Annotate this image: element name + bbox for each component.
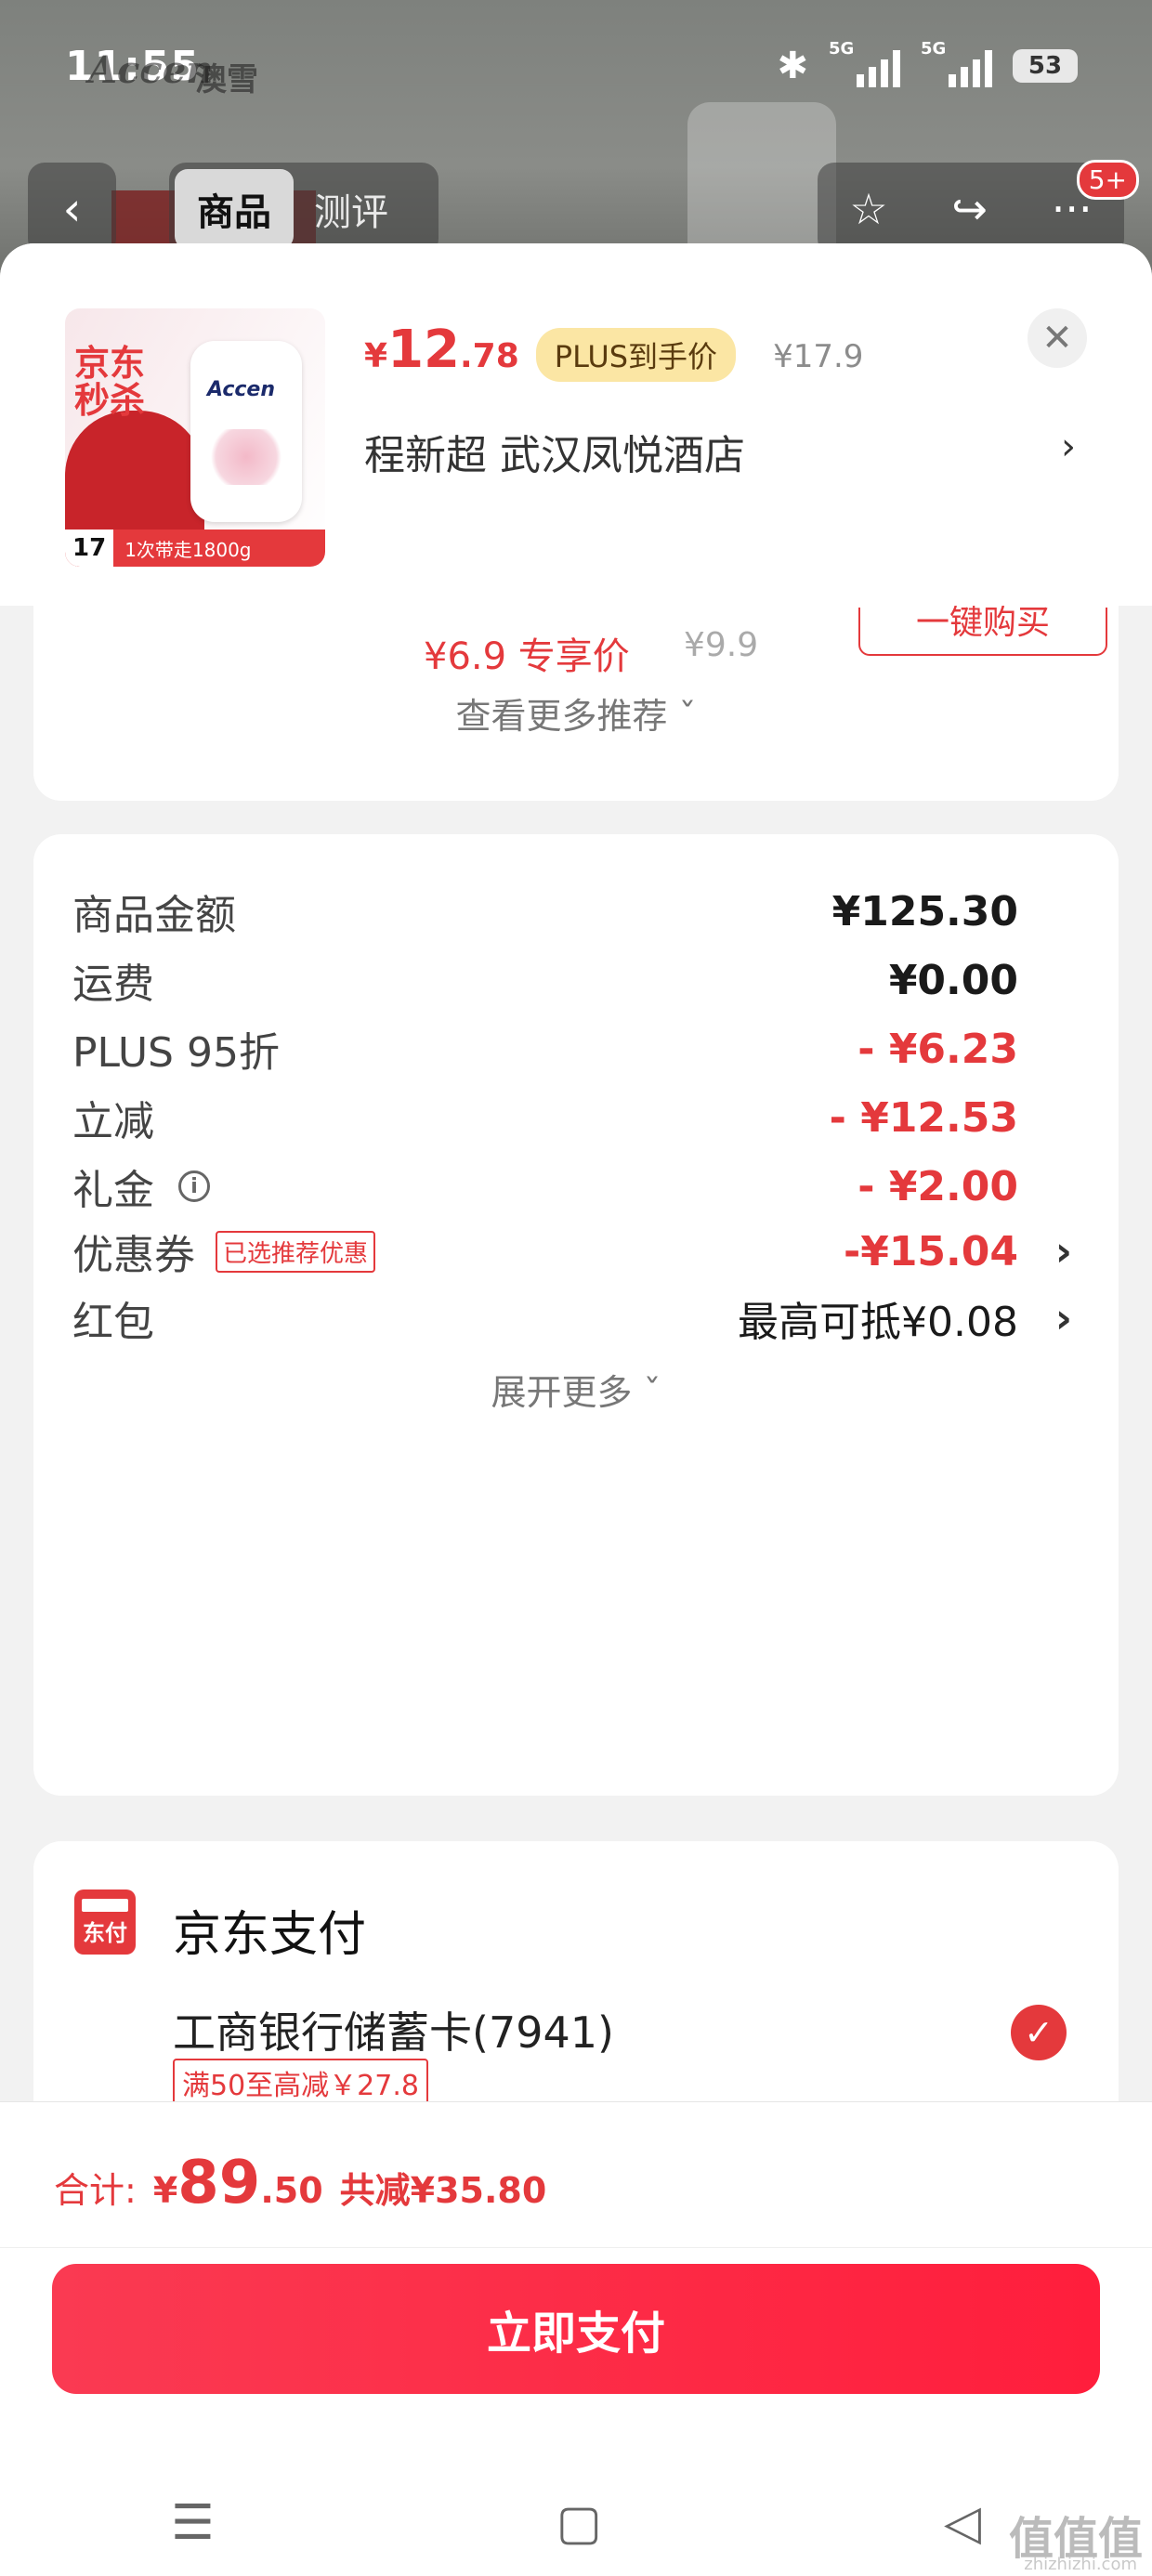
message-badge: 5+ (1076, 160, 1139, 200)
total-label: 合计: (54, 2170, 137, 2211)
fee-row-instant: 立减 - ¥12.53 (72, 1085, 1080, 1150)
thumbnail-price: 17 (65, 530, 114, 567)
thumbnail-bottle: Accen (190, 341, 302, 522)
jd-pay-icon: 东付 (74, 1890, 136, 1955)
payment-title: 京东支付 (173, 1907, 367, 1963)
fee-value: - ¥12.53 (829, 1093, 1018, 1142)
thumbnail-strip: 17 1次带走1800g (65, 530, 325, 567)
top-nav: ‹ 商品 测评 ☆ ↪ ··· (0, 163, 1152, 255)
back-button[interactable]: ‹ (28, 163, 116, 255)
system-nav-bar: ☰ ▢ ◁ (0, 2470, 1152, 2576)
chevron-right-icon[interactable]: › (1055, 1228, 1072, 1275)
fee-row-coupon[interactable]: 优惠券 已选推荐优惠 -¥15.04 › (72, 1219, 1080, 1284)
status-icons: ✱ 5G 5G 53 (777, 39, 1078, 87)
fee-value: ¥0.00 (888, 956, 1018, 1004)
price-decimal: .78 (460, 337, 519, 375)
total-saved: 共减¥35.80 (339, 2170, 547, 2211)
brand-name: 澳雪 (195, 61, 258, 98)
thumbnail-brand: Accen (207, 378, 276, 401)
recommend-buy-button[interactable]: 一键购买 (858, 607, 1107, 656)
recommend-original-price: ¥9.9 (684, 626, 759, 664)
menu-icon[interactable]: ☰ (171, 2495, 215, 2551)
recommend-price: ¥6.9 专享价 (424, 635, 630, 678)
battery-icon: 53 (1013, 49, 1078, 83)
tab-switcher: 商品 测评 (169, 163, 439, 255)
fee-label: 商品金额 (72, 892, 236, 939)
fee-value: 最高可抵¥0.08 (738, 1299, 1018, 1346)
tab-review[interactable]: 测评 (294, 169, 409, 249)
delivery-address[interactable]: 程新超 武汉凤悦酒店 (364, 422, 745, 481)
fee-card: 商品金额 ¥125.30 运费 ¥0.00 PLUS 95折 - ¥6.23 立… (33, 834, 1119, 1796)
divider (0, 2247, 1152, 2248)
bank-promo-tag: 满50至高减￥27.8 (173, 2059, 428, 2107)
product-thumbnail: 京东秒杀 Accen 17 1次带走1800g (65, 308, 325, 567)
original-price: ¥17.9 (773, 338, 864, 375)
total-summary: 合计: ¥ 89 .50 共减¥35.80 (54, 2149, 546, 2217)
home-icon[interactable]: ▢ (556, 2495, 602, 2551)
watermark-url: zhizhizhi.com (1024, 2555, 1137, 2574)
fee-label: PLUS 95折 (72, 1029, 280, 1077)
fee-label: 礼金 (72, 1167, 154, 1214)
thumbnail-seckill-label: 京东秒杀 (74, 343, 146, 421)
fee-value: -¥15.04 (843, 1227, 1018, 1275)
share-icon[interactable]: ↪ (951, 184, 988, 234)
fee-row-plus: PLUS 95折 - ¥6.23 (72, 1016, 1080, 1081)
coupon-tag: 已选推荐优惠 (216, 1230, 376, 1273)
total-symbol: ¥ (152, 2170, 178, 2211)
fee-row-redpack[interactable]: 红包 最高可抵¥0.08 › (72, 1286, 1080, 1351)
bank-card-option[interactable]: 工商银行储蓄卡(7941) (173, 1999, 614, 2060)
fee-row-goods: 商品金额 ¥125.30 (72, 879, 1080, 944)
price-line: ¥ 12 .78 PLUS到手价 ¥17.9 (364, 320, 863, 382)
price-integer: 12 (387, 320, 460, 380)
checkout-footer: 合计: ¥ 89 .50 共减¥35.80 立即支付 ☰ ▢ ◁ 值值值 zhi… (0, 2101, 1152, 2576)
fee-value: - ¥6.23 (857, 1025, 1018, 1073)
close-button[interactable]: ✕ (1028, 308, 1087, 368)
fee-row-gift: 礼金 i - ¥2.00 (72, 1154, 1080, 1219)
pay-now-button[interactable]: 立即支付 (52, 2264, 1100, 2394)
check-icon[interactable]: ✓ (1011, 2005, 1067, 2060)
product-header: 京东秒杀 Accen 17 1次带走1800g ¥ 12 .78 PLUS到手价… (0, 243, 1152, 606)
info-icon[interactable]: i (178, 1170, 210, 1202)
signal-icon: 5G (829, 39, 900, 87)
signal-icon-2: 5G (921, 39, 992, 87)
tab-goods[interactable]: 商品 (175, 169, 294, 249)
total-decimal: .50 (260, 2170, 323, 2211)
fee-label: 红包 (72, 1299, 154, 1346)
fee-label: 优惠券 (72, 1232, 195, 1279)
fee-value: - ¥2.00 (857, 1162, 1018, 1210)
star-icon[interactable]: ☆ (849, 184, 887, 234)
fee-row-shipping: 运费 ¥0.00 (72, 948, 1080, 1013)
expand-more-link[interactable]: 展开更多 ˇ (33, 1364, 1119, 1415)
fee-label: 立减 (72, 1098, 154, 1145)
thumbnail-strip-text: 1次带走1800g (124, 538, 252, 561)
fee-value: ¥125.30 (831, 887, 1018, 935)
plus-price-tag: PLUS到手价 (535, 328, 737, 382)
total-integer: 89 (177, 2149, 261, 2217)
fee-label: 运费 (72, 961, 154, 1008)
chevron-right-icon[interactable]: › (1055, 1295, 1072, 1342)
back-nav-icon[interactable]: ◁ (944, 2495, 981, 2551)
more-recommend-link[interactable]: 查看更多推荐 ˇ (33, 687, 1119, 739)
bluetooth-icon: ✱ (777, 45, 808, 87)
price-symbol: ¥ (364, 337, 388, 375)
thumbnail-flower (204, 429, 288, 485)
status-bar: 11:55 Accen 澳雪 ✱ 5G 5G 53 (0, 0, 1152, 139)
chevron-right-icon[interactable]: › (1061, 425, 1076, 468)
